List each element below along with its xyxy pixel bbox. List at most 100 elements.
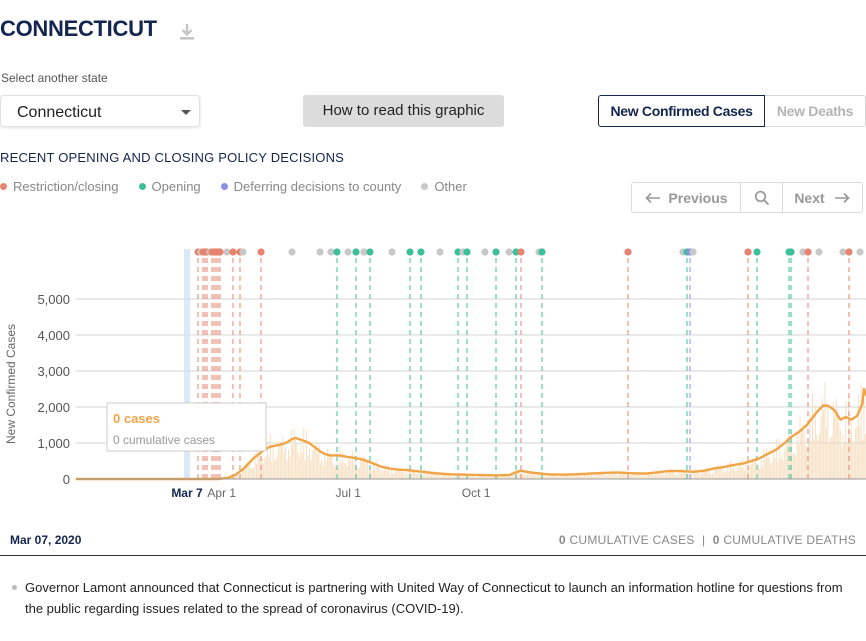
daily-bar: [620, 473, 622, 479]
search-button[interactable]: [741, 183, 783, 212]
daily-bar: [271, 461, 273, 479]
daily-bar: [675, 474, 677, 479]
daily-bar: [532, 473, 534, 479]
daily-bar: [584, 474, 586, 479]
daily-bar: [736, 467, 738, 479]
daily-bar: [579, 475, 581, 479]
download-icon[interactable]: [178, 22, 196, 42]
selected-date: Mar 07, 2020: [10, 533, 82, 547]
hover-tooltip: 0 cases 0 cumulative cases: [106, 402, 267, 452]
daily-bar: [771, 461, 773, 479]
legend-dot: [138, 183, 146, 190]
daily-bar: [443, 475, 445, 479]
daily-bar: [723, 472, 725, 479]
legend-label: Other: [434, 179, 467, 194]
daily-bar: [692, 474, 694, 479]
daily-bar: [326, 448, 328, 479]
cumulative-cases-value: 0: [558, 533, 566, 547]
daily-bar: [344, 463, 346, 479]
daily-bar: [688, 474, 690, 479]
daily-bar: [768, 458, 770, 479]
daily-bar: [521, 472, 523, 479]
daily-bar: [824, 381, 826, 479]
daily-bar: [333, 466, 335, 479]
daily-bar: [358, 467, 360, 479]
daily-bar: [439, 475, 441, 479]
daily-bar: [830, 437, 832, 479]
previous-button[interactable]: Previous: [632, 183, 741, 212]
policy-event-dot: [505, 248, 513, 256]
daily-bar: [698, 473, 700, 479]
daily-bar: [328, 454, 330, 479]
y-tick-label: 3,000: [37, 364, 70, 379]
arrow-right-icon: [834, 192, 850, 203]
daily-bar: [831, 436, 833, 479]
daily-bar: [745, 464, 747, 479]
toggle-new-confirmed-cases[interactable]: New Confirmed Cases: [598, 95, 765, 127]
daily-bar: [728, 471, 730, 479]
daily-bar: [656, 474, 658, 479]
daily-bar: [429, 474, 431, 479]
policy-event-dot: [352, 248, 360, 256]
daily-bar: [276, 454, 278, 479]
daily-bar: [695, 474, 697, 479]
daily-bar: [821, 398, 823, 479]
daily-bar: [237, 475, 239, 479]
daily-bar: [674, 474, 676, 479]
policy-event-dot: [744, 248, 752, 256]
daily-bar: [265, 455, 267, 479]
daily-bar: [616, 474, 618, 479]
daily-bar: [667, 471, 669, 479]
daily-bar: [773, 451, 775, 479]
policy-section-title: RECENT OPENING AND CLOSING POLICY DECISI…: [0, 150, 345, 165]
daily-bar: [638, 474, 640, 479]
daily-bar: [785, 444, 787, 479]
daily-bar: [285, 447, 287, 479]
daily-bar: [803, 432, 805, 479]
daily-bar: [250, 468, 252, 479]
daily-bar: [597, 473, 599, 479]
next-button[interactable]: Next: [783, 183, 862, 212]
legend-dot: [220, 183, 228, 190]
legend-item-restriction: Restriction/closing: [0, 179, 119, 194]
daily-bar: [303, 427, 305, 479]
daily-bar: [693, 468, 695, 479]
daily-bar: [618, 474, 620, 479]
policy-note: Governor Lamont announced that Connectic…: [12, 577, 858, 619]
stats-separator: |: [702, 533, 706, 547]
daily-bar: [859, 426, 861, 479]
page-title: CONNECTICUT: [0, 16, 157, 41]
daily-bar: [304, 459, 306, 479]
daily-bar: [374, 469, 376, 479]
policy-event-dots: [194, 248, 864, 256]
daily-bar: [322, 465, 324, 479]
y-tick-label: 2,000: [37, 400, 70, 415]
daily-bar: [261, 458, 263, 479]
daily-bar: [850, 421, 852, 479]
how-to-read-button[interactable]: How to read this graphic: [303, 95, 504, 127]
daily-bar: [406, 471, 408, 479]
state-select-value: Connecticut: [17, 104, 102, 121]
daily-bar: [307, 454, 309, 479]
daily-bar: [351, 450, 353, 479]
daily-bar: [732, 465, 734, 479]
daily-bar: [415, 473, 417, 479]
daily-bar: [269, 434, 271, 479]
toggle-new-deaths[interactable]: New Deaths: [765, 95, 866, 127]
daily-bar: [535, 475, 537, 479]
daily-bar: [247, 464, 249, 479]
daily-bar: [292, 445, 294, 479]
daily-bar: [685, 471, 687, 479]
daily-bar: [793, 452, 795, 479]
daily-bar: [293, 427, 295, 479]
daily-bar: [781, 453, 783, 479]
daily-bar: [770, 463, 772, 479]
daily-bar: [795, 456, 797, 479]
daily-bar: [522, 475, 524, 479]
daily-bar: [525, 474, 527, 479]
daily-bar: [343, 462, 345, 479]
x-tick-label: Mar 7: [171, 486, 203, 500]
y-axis-label: New Confirmed Cases: [4, 324, 18, 444]
daily-bar: [764, 459, 766, 479]
state-select[interactable]: Connecticut: [0, 95, 200, 127]
